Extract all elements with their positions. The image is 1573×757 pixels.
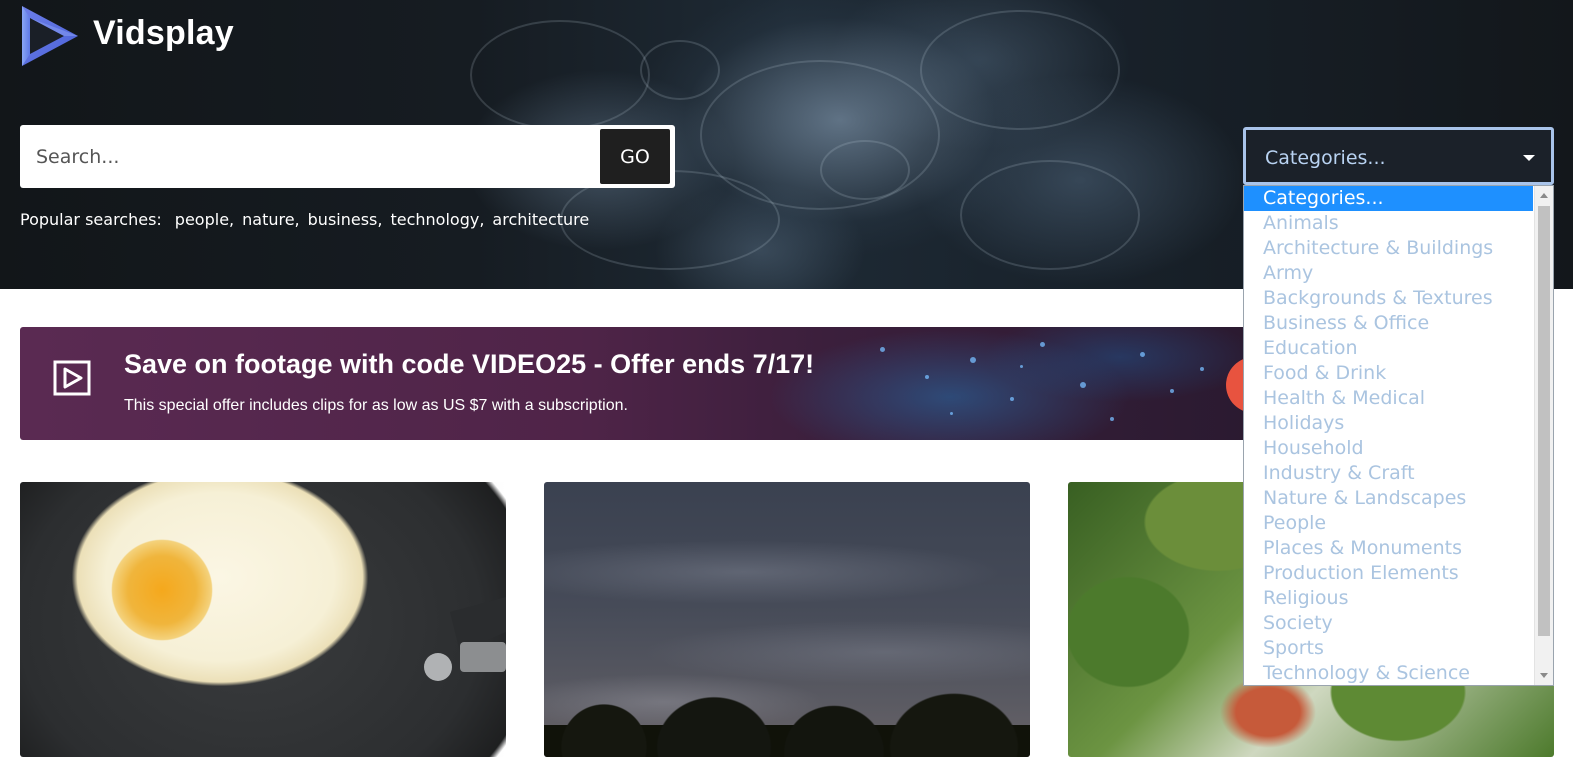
- search-bar: GO: [20, 125, 675, 188]
- video-thumbnail-fried-egg[interactable]: [20, 482, 506, 757]
- popular-tag-people[interactable]: people,: [175, 210, 234, 229]
- categories-dropdown-list: Categories... Animals Architecture & Bui…: [1243, 185, 1554, 686]
- category-option-people[interactable]: People: [1244, 511, 1533, 536]
- category-option-sports[interactable]: Sports: [1244, 636, 1533, 661]
- popular-searches-label: Popular searches:: [20, 210, 162, 229]
- category-option-technology[interactable]: Technology & Science: [1244, 661, 1533, 685]
- scroll-down-arrow-icon[interactable]: [1540, 673, 1548, 678]
- popular-searches: Popular searches: people, nature, busine…: [20, 210, 597, 229]
- category-option-holidays[interactable]: Holidays: [1244, 411, 1533, 436]
- popular-tag-nature[interactable]: nature,: [242, 210, 300, 229]
- category-option-education[interactable]: Education: [1244, 336, 1533, 361]
- pan-handle-icon: [424, 597, 506, 681]
- category-option-places[interactable]: Places & Monuments: [1244, 536, 1533, 561]
- category-option-army[interactable]: Army: [1244, 261, 1533, 286]
- brand-name[interactable]: Vidsplay: [93, 14, 234, 53]
- promo-subtitle: This special offer includes clips for as…: [124, 397, 628, 414]
- category-option-production[interactable]: Production Elements: [1244, 561, 1533, 586]
- caret-down-icon: [1523, 155, 1535, 161]
- category-option-placeholder[interactable]: Categories...: [1244, 186, 1533, 211]
- category-option-religious[interactable]: Religious: [1244, 586, 1533, 611]
- category-option-health[interactable]: Health & Medical: [1244, 386, 1533, 411]
- search-input[interactable]: [20, 125, 595, 188]
- go-button[interactable]: GO: [600, 129, 670, 184]
- popular-tag-architecture[interactable]: architecture: [492, 210, 589, 229]
- scroll-up-arrow-icon[interactable]: [1540, 193, 1548, 198]
- popular-tag-technology[interactable]: technology,: [390, 210, 484, 229]
- popular-tag-business[interactable]: business,: [308, 210, 383, 229]
- dropdown-scrollbar[interactable]: [1534, 186, 1553, 685]
- category-option-nature[interactable]: Nature & Landscapes: [1244, 486, 1533, 511]
- category-option-industry[interactable]: Industry & Craft: [1244, 461, 1533, 486]
- video-thumbnail-night-sky[interactable]: [544, 482, 1030, 757]
- category-option-animals[interactable]: Animals: [1244, 211, 1533, 236]
- category-option-food[interactable]: Food & Drink: [1244, 361, 1533, 386]
- category-option-household[interactable]: Household: [1244, 436, 1533, 461]
- tree-silhouette: [544, 677, 1030, 757]
- scrollbar-thumb[interactable]: [1538, 206, 1550, 636]
- vidsplay-logo-icon[interactable]: [20, 4, 80, 68]
- video-play-icon: [53, 360, 91, 396]
- category-option-architecture[interactable]: Architecture & Buildings: [1244, 236, 1533, 261]
- promo-banner[interactable]: Save on footage with code VIDEO25 - Offe…: [20, 327, 1260, 440]
- category-option-business[interactable]: Business & Office: [1244, 311, 1533, 336]
- category-option-society[interactable]: Society: [1244, 611, 1533, 636]
- promo-title: Save on footage with code VIDEO25 - Offe…: [124, 349, 815, 379]
- categories-select-value: Categories...: [1265, 147, 1386, 169]
- category-option-backgrounds[interactable]: Backgrounds & Textures: [1244, 286, 1533, 311]
- categories-select[interactable]: Categories...: [1243, 127, 1554, 185]
